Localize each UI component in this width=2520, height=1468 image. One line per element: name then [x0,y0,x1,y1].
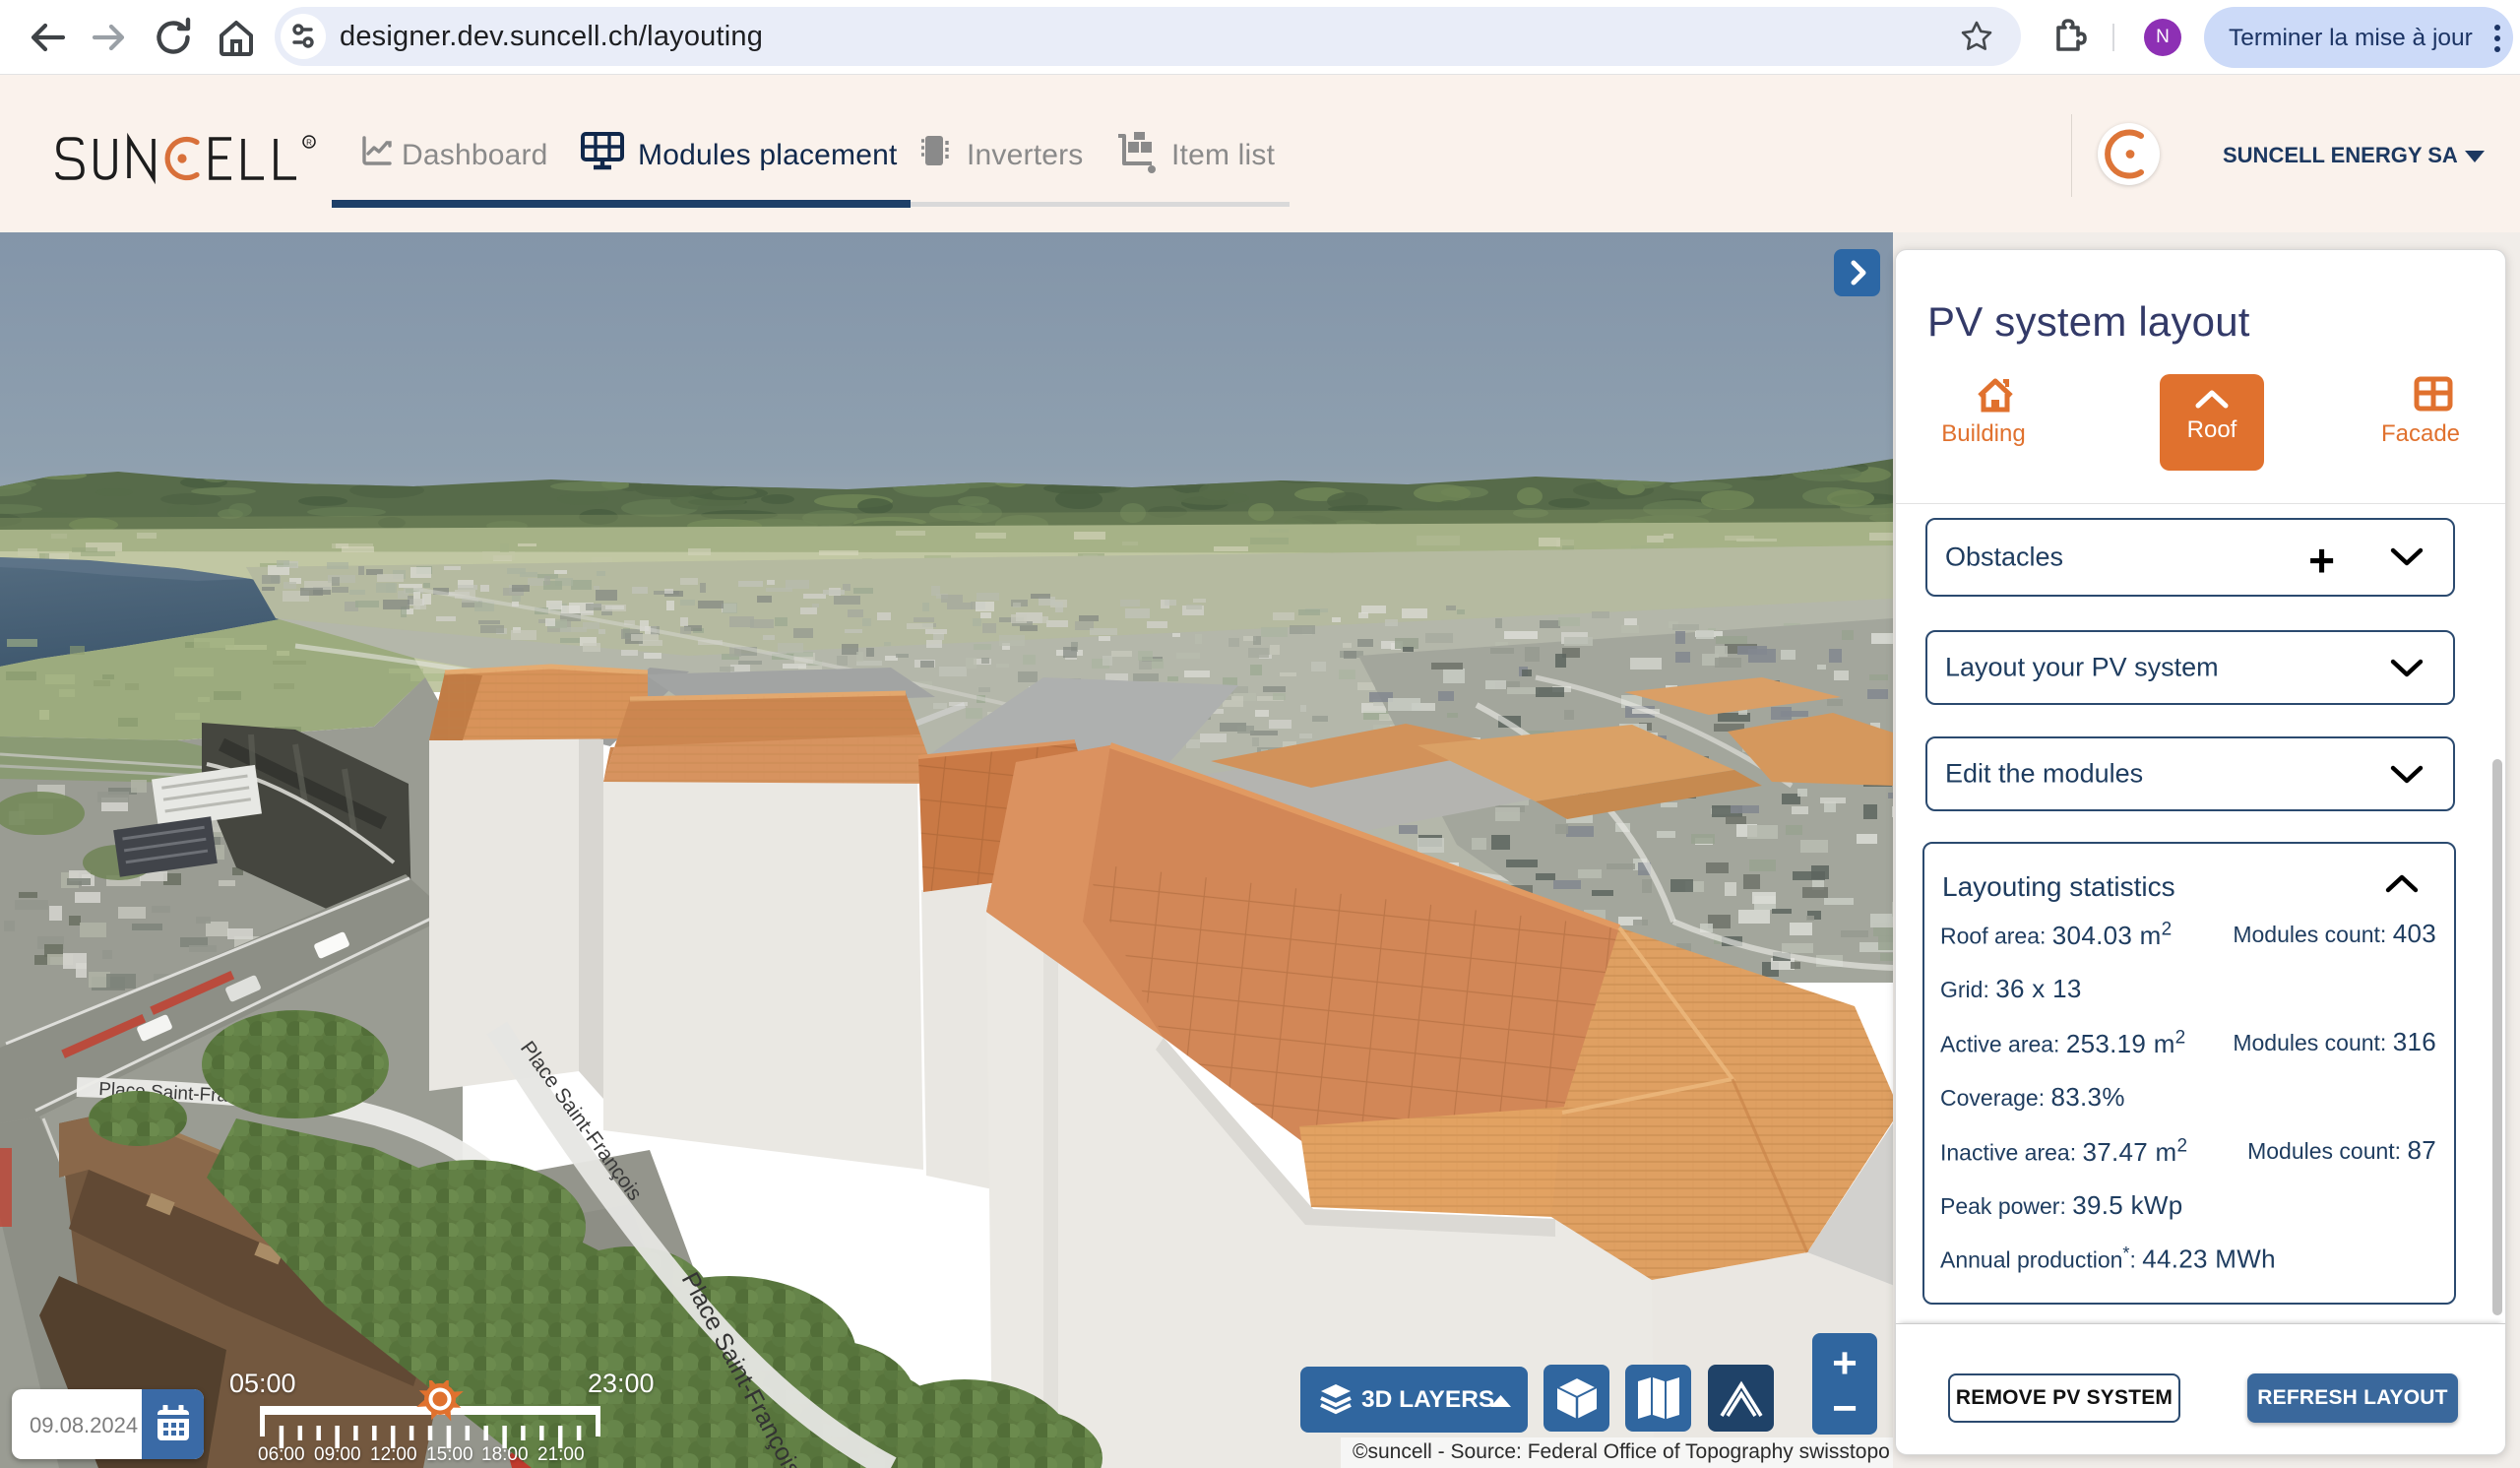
svg-text:R: R [306,139,312,148]
